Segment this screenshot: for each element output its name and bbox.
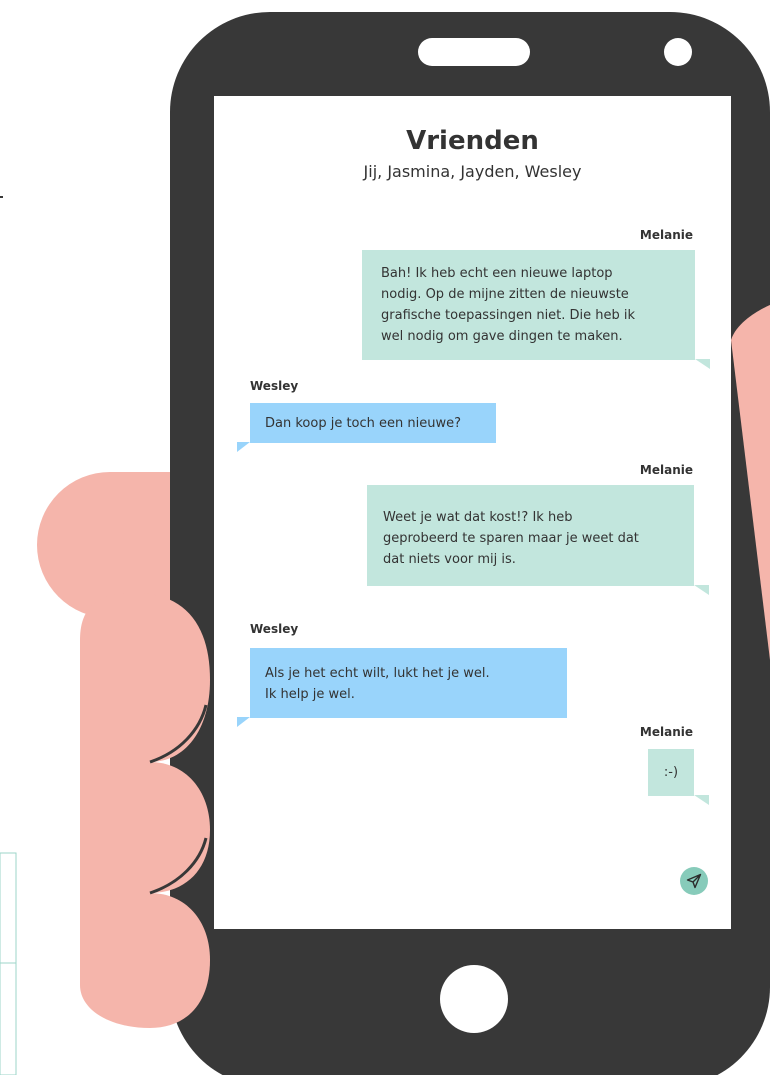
- message-bubble-outgoing[interactable]: :-): [648, 749, 709, 805]
- phone-camera: [664, 38, 692, 66]
- message-input[interactable]: [235, 865, 665, 897]
- message-line: Bah! Ik heb echt een nieuwe laptop: [381, 266, 613, 281]
- hand-fingers: [80, 593, 210, 1028]
- message-bubble-outgoing[interactable]: Weet je wat dat kost!? Ik heb geprobeerd…: [367, 485, 709, 595]
- message-line: wel nodig om gave dingen te maken.: [381, 329, 623, 344]
- message-sender: Wesley: [250, 622, 299, 636]
- phone-screen: Vrienden Jij, Jasmina, Jayden, Wesley Me…: [214, 96, 731, 929]
- message-line: nodig. Op de mijne zitten de nieuwste: [381, 287, 629, 302]
- chat-header: Vrienden Jij, Jasmina, Jayden, Wesley: [214, 96, 731, 208]
- message-sender: Melanie: [639, 463, 693, 477]
- message-sender: Wesley: [250, 379, 299, 393]
- message-sender: Melanie: [639, 725, 693, 739]
- message-line: geprobeerd te sparen maar je weet dat: [383, 531, 639, 546]
- home-button: [440, 965, 508, 1033]
- message-bubble-incoming[interactable]: Als je het echt wilt, lukt het je wel. I…: [237, 648, 567, 727]
- edge-mark: [0, 196, 3, 198]
- message-line: Weet je wat dat kost!? Ik heb: [383, 510, 573, 525]
- message-line: Ik help je wel.: [265, 687, 355, 702]
- message-bubble-outgoing[interactable]: Bah! Ik heb echt een nieuwe laptop nodig…: [362, 250, 710, 369]
- paper-plane-icon: [686, 873, 702, 889]
- send-button[interactable]: [680, 867, 708, 895]
- message-list: Melanie Bah! Ik heb echt een nieuwe lapt…: [214, 208, 731, 835]
- message-line: Dan koop je toch een nieuwe?: [265, 416, 462, 431]
- chat-title: Vrienden: [406, 126, 539, 156]
- message-line: dat niets voor mij is.: [383, 552, 516, 567]
- illustration: Vrienden Jij, Jasmina, Jayden, Wesley Me…: [0, 0, 770, 1075]
- edge-box: [0, 852, 17, 1075]
- phone-speaker: [418, 38, 530, 66]
- chat-members: Jij, Jasmina, Jayden, Wesley: [363, 162, 582, 181]
- message-composer: [214, 835, 731, 929]
- message-sender: Melanie: [639, 228, 693, 242]
- message-line: Als je het echt wilt, lukt het je wel.: [265, 666, 490, 681]
- message-bubble-incoming[interactable]: Dan koop je toch een nieuwe?: [237, 403, 496, 452]
- message-line: :-): [663, 765, 679, 780]
- message-line: grafische toepassingen niet. Die heb ik: [381, 308, 636, 323]
